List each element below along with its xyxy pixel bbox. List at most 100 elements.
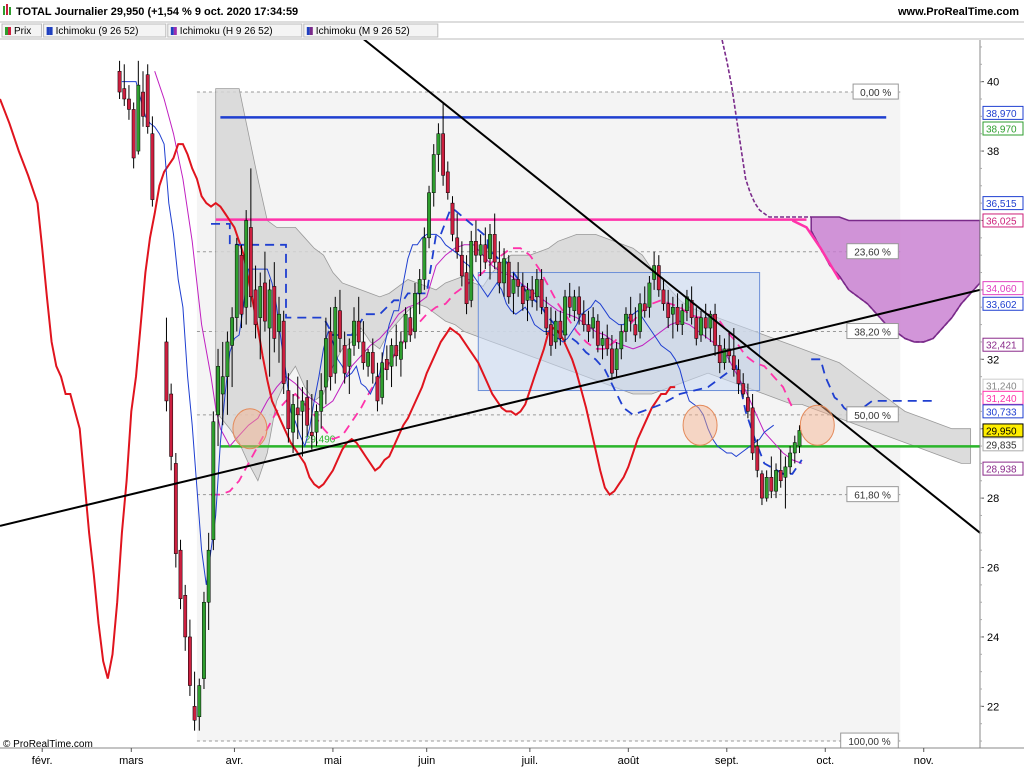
candle-body [291, 404, 295, 433]
candle-body [211, 421, 216, 541]
candle[interactable] [563, 289, 567, 342]
candle[interactable] [202, 591, 206, 689]
highlight-circle [799, 404, 835, 446]
price-label: 36,025 [986, 216, 1017, 227]
candle-body [605, 338, 610, 350]
candle-body [469, 241, 474, 301]
legend-swatch-icon [170, 27, 174, 35]
highlight-circle [682, 404, 718, 446]
candle-body [492, 234, 497, 263]
candle-body [614, 348, 619, 370]
legend-swatch-icon [49, 27, 53, 35]
candle[interactable] [145, 64, 150, 134]
candle-body [624, 313, 628, 332]
candle-body [497, 261, 502, 284]
price-label: 38,970 [986, 125, 1017, 136]
candle-body [352, 320, 356, 346]
consolidation-rectangle [477, 272, 761, 392]
candle-body [328, 331, 333, 377]
header-bar: TOTAL Journalier 29,950 (+1,54 % 9 oct. … [0, 0, 1024, 22]
chart-root: TOTAL Journalier 29,950 (+1,54 % 9 oct. … [0, 0, 1024, 768]
candle[interactable] [234, 237, 239, 332]
candle-body [680, 310, 685, 325]
candle[interactable] [469, 230, 474, 308]
candle-body [122, 88, 127, 100]
candle-body [380, 362, 385, 398]
candle-body [445, 171, 450, 193]
candle-body [131, 109, 136, 159]
candle-body [595, 320, 600, 346]
candle-body [216, 365, 220, 416]
site-url[interactable]: www.ProRealTime.com [897, 6, 1019, 18]
candle[interactable] [281, 310, 286, 394]
y-tick-label: 38 [987, 146, 999, 158]
candle-body [225, 341, 230, 377]
candle-body [703, 317, 708, 329]
candle-body [370, 352, 375, 374]
candle[interactable] [178, 539, 183, 610]
candle-body [127, 98, 131, 110]
candle-body [563, 296, 567, 336]
candle-body [263, 282, 267, 322]
candle-body [717, 345, 722, 364]
candle-body [567, 296, 572, 308]
candle-body [539, 279, 544, 308]
candle-body [544, 306, 549, 329]
x-tick-label: sept. [715, 755, 739, 767]
candle-body [769, 477, 774, 492]
candle[interactable] [450, 196, 455, 242]
candle-body [309, 431, 314, 436]
candle-body [586, 324, 591, 332]
candle-body [628, 313, 633, 322]
candle[interactable] [244, 210, 249, 325]
candle-body [675, 306, 680, 325]
candle-body [427, 192, 431, 239]
candle-body [642, 303, 647, 311]
candle-body [277, 313, 281, 332]
candle-body [244, 220, 249, 308]
price-label: 29,950 [986, 426, 1017, 437]
price-label: 28,938 [986, 465, 1017, 476]
x-tick-label: juin [417, 755, 435, 767]
legend-item-label: Ichimoku (M 9 26 52) [316, 26, 410, 37]
candle-body [305, 397, 310, 426]
fibonacci-label: 61,80 % [854, 491, 891, 502]
candle-body [361, 341, 366, 364]
candle-body [553, 320, 558, 343]
candle[interactable] [173, 453, 178, 568]
candle-body [197, 685, 202, 718]
candle-body [797, 430, 802, 447]
y-tick-label: 24 [987, 632, 999, 644]
candle-body [741, 383, 746, 395]
legend-item-label: Ichimoku (9 26 52) [56, 26, 139, 37]
candle-body [295, 407, 300, 416]
candle-body [267, 289, 272, 329]
fibonacci-label: 38,20 % [854, 328, 891, 339]
candle-body [450, 202, 455, 235]
candle-body [436, 133, 441, 155]
price-label: 36,515 [986, 199, 1017, 210]
candle-body [342, 345, 347, 374]
y-tick-label: 28 [987, 493, 999, 505]
candle[interactable] [506, 255, 511, 304]
candle[interactable] [211, 411, 216, 551]
candle-body [577, 296, 581, 315]
candle-body [150, 133, 155, 200]
candle-body [145, 74, 150, 128]
candle-body [272, 286, 277, 339]
x-tick-label: nov. [914, 755, 934, 767]
candle-body [647, 282, 652, 308]
candle-body [281, 320, 286, 384]
candle-body [750, 407, 755, 454]
candle-body [417, 279, 422, 294]
x-tick-label: mars [119, 755, 144, 767]
legend-swatch-icon [8, 27, 11, 35]
legend-swatch-icon [306, 27, 310, 35]
candle-body [699, 317, 703, 336]
legend-item-label: Prix [14, 26, 31, 37]
fibonacci-label: 100,00 % [848, 737, 890, 748]
candle[interactable] [333, 296, 338, 384]
candle-body [253, 289, 258, 325]
price-label: 33,602 [986, 300, 1017, 311]
price-label: 29,835 [986, 440, 1017, 451]
